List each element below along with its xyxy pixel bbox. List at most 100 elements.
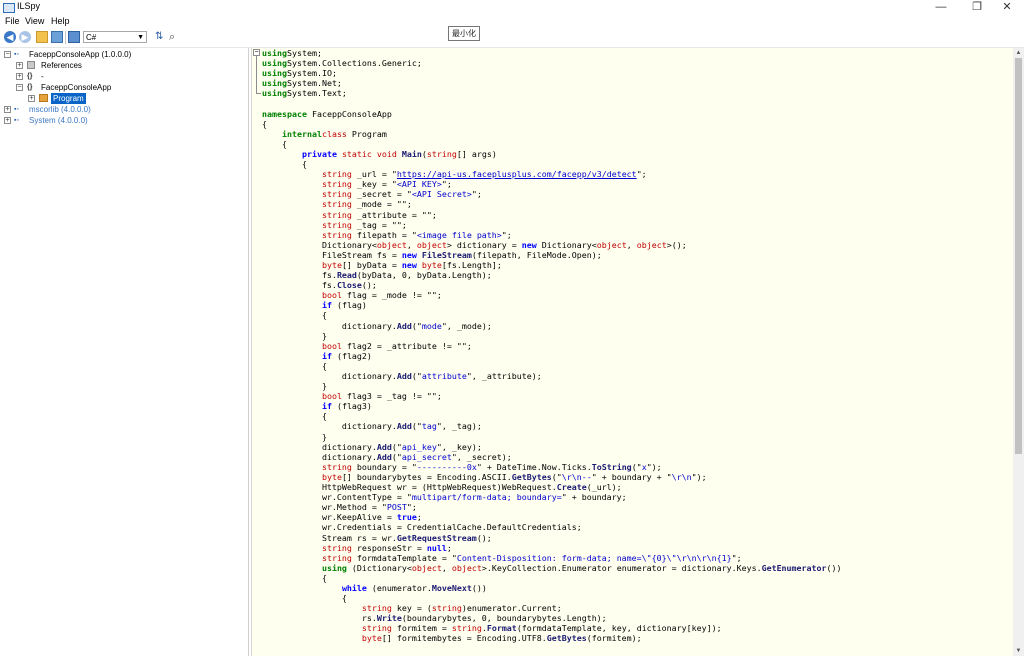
- code-line: dictionary.Add("api_key", _key);: [262, 442, 482, 452]
- code-token: (": [411, 371, 422, 381]
- menu-help[interactable]: Help: [51, 16, 70, 26]
- code-token: flag2 = _attribute != "";: [341, 340, 472, 351]
- code-token: Add: [376, 441, 392, 452]
- code-token: filepath = ": [351, 229, 417, 240]
- search-icon[interactable]: ⌕: [169, 31, 181, 43]
- code-line: wr.Method = "POST";: [262, 502, 417, 512]
- code-token: while: [341, 582, 367, 593]
- menu-file[interactable]: File: [5, 16, 20, 26]
- sort-icon[interactable]: ⇅: [155, 31, 167, 43]
- code-line: fs.Close();: [262, 280, 377, 290]
- open-icon[interactable]: [36, 31, 48, 43]
- code-token: GetRequestStream: [396, 532, 477, 543]
- code-token: string: [321, 209, 352, 220]
- code-token: rs.: [262, 613, 377, 624]
- decompiled-code[interactable]: usingSystem; usingSystem.Collections.Gen…: [262, 48, 842, 644]
- code-token: ";: [471, 189, 482, 200]
- code-token: (formitem);: [586, 633, 642, 644]
- code-token: if: [321, 350, 332, 361]
- code-token: {: [262, 593, 347, 604]
- scroll-up-icon[interactable]: ▲: [1013, 48, 1024, 58]
- code-line: string responseStr = null;: [262, 543, 452, 553]
- code-line: string boundary = "----------0x" + DateT…: [262, 462, 662, 472]
- tree-node-label: mscorlib (4.0.0.0): [29, 105, 91, 114]
- close-button[interactable]: ✕: [990, 0, 1024, 15]
- code-token: (flag2): [331, 350, 372, 361]
- code-token: formdataTemplate = ": [351, 552, 457, 563]
- toolbar: ◀ ▶ C# ▼ ⇅ ⌕: [0, 29, 1024, 48]
- code-line: usingSystem.IO;: [262, 68, 337, 78]
- forward-icon[interactable]: ▶: [19, 31, 31, 43]
- fold-collapse-icon[interactable]: −: [253, 49, 260, 56]
- code-token: \r\n: [671, 471, 692, 482]
- code-token: [fs.Length];: [441, 259, 502, 270]
- assembly-icon: ▪◦: [14, 51, 19, 58]
- minimize-button[interactable]: —: [924, 0, 958, 15]
- scroll-down-icon[interactable]: ▼: [1013, 646, 1024, 656]
- expand-icon[interactable]: +: [4, 117, 11, 124]
- code-line: dictionary.Add("api_secret", _secret);: [262, 452, 512, 462]
- code-token: wr.ContentType = ": [262, 492, 412, 503]
- code-token: string: [321, 179, 352, 190]
- code-token: (": [411, 421, 422, 432]
- code-token: formitem =: [391, 623, 452, 634]
- assembly-icon: ▪◦: [14, 106, 19, 113]
- code-token: ()): [471, 582, 487, 593]
- code-token: ();: [476, 532, 492, 543]
- code-token: (filepath, FileMode.Open);: [471, 249, 602, 260]
- code-line: {: [262, 159, 307, 169]
- vertical-scrollbar[interactable]: ▲ ▼: [1013, 48, 1024, 656]
- code-token: ;: [446, 542, 452, 553]
- code-token: Add: [396, 371, 412, 381]
- show-public-icon[interactable]: [68, 31, 80, 43]
- code-token: flag = _mode != "";: [341, 290, 442, 301]
- expand-icon[interactable]: +: [16, 62, 23, 69]
- code-token: class: [321, 128, 347, 139]
- code-token: MoveNext: [431, 582, 472, 593]
- code-token: Main: [401, 148, 422, 159]
- code-token: Add: [396, 320, 412, 331]
- collapse-icon[interactable]: −: [16, 84, 23, 91]
- code-token: GetBytes: [511, 471, 552, 482]
- code-token: ,: [626, 239, 637, 250]
- code-token: using: [262, 78, 287, 89]
- code-token: string: [321, 169, 352, 180]
- collapse-icon[interactable]: −: [4, 51, 11, 58]
- code-token: dictionary.: [262, 441, 377, 452]
- menu-view[interactable]: View: [25, 16, 44, 26]
- tree-node-label: -: [41, 72, 44, 81]
- maximize-button[interactable]: ❐: [960, 0, 994, 15]
- reload-icon[interactable]: [51, 31, 63, 43]
- code-token: HttpWebRequest wr = (HttpWebRequest)WebR…: [262, 482, 557, 493]
- code-token: Dictionary<: [262, 239, 377, 250]
- code-token: Stream rs = wr.: [262, 532, 397, 543]
- language-select[interactable]: C# ▼: [83, 31, 147, 43]
- scroll-thumb[interactable]: [1015, 58, 1022, 454]
- code-token: {: [262, 360, 327, 371]
- code-token: https://api-us.faceplusplus.com/facepp/v…: [396, 169, 637, 180]
- code-token: ();: [361, 280, 377, 291]
- code-token: System.IO;: [286, 68, 337, 79]
- expand-icon[interactable]: +: [16, 73, 23, 80]
- code-line: string formitem = string.Format(formdata…: [262, 623, 722, 633]
- code-token: bool: [321, 290, 342, 301]
- tree-node-label: References: [41, 61, 82, 70]
- code-token: {: [262, 138, 287, 149]
- expand-icon[interactable]: +: [28, 95, 35, 102]
- assembly-tree[interactable]: − ▪◦ FaceppConsoleApp (1.0.0.0) + Refere…: [0, 48, 249, 656]
- code-line: bool flag2 = _attribute != "";: [262, 341, 472, 351]
- code-line: {: [262, 310, 327, 320]
- code-line: dictionary.Add("mode", _mode);: [262, 321, 492, 331]
- namespace-icon: {}: [27, 73, 33, 80]
- back-icon[interactable]: ◀: [4, 31, 16, 43]
- expand-icon[interactable]: +: [4, 106, 11, 113]
- code-token: _key = ": [351, 179, 397, 190]
